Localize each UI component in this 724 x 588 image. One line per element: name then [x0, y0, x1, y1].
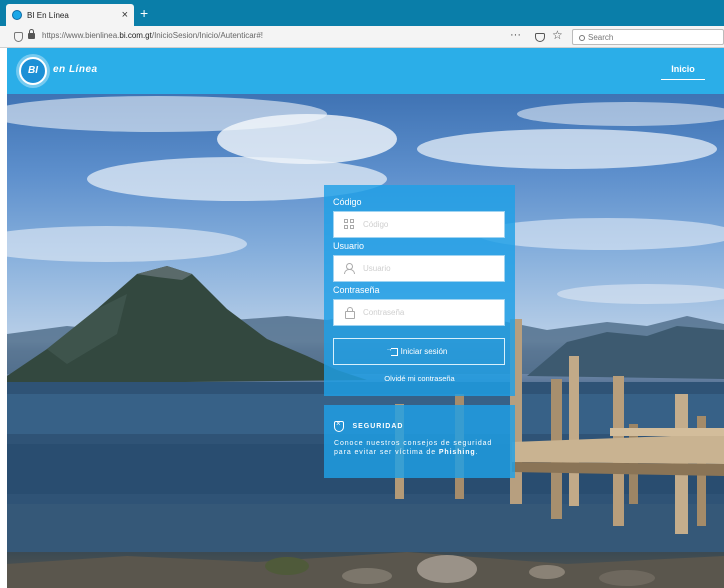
url-path: /InicioSesion/Inicio/Autenticar#! [151, 31, 264, 40]
nav-inicio-link[interactable]: Inicio [661, 64, 705, 80]
tracking-shield-icon[interactable] [14, 32, 23, 42]
security-panel[interactable]: SEGURIDAD Conoce nuestros consejos de se… [324, 405, 515, 478]
search-icon [579, 35, 585, 41]
browser-toolbar: https://www.bienlinea.bi.com.gt/InicioSe… [0, 26, 724, 48]
logo-text[interactable]: en Línea [53, 64, 98, 75]
sign-in-icon [386, 346, 398, 356]
security-text-end: . [475, 448, 479, 456]
security-title: SEGURIDAD [352, 423, 404, 431]
close-tab-icon[interactable]: × [122, 9, 128, 21]
password-field[interactable] [333, 299, 505, 326]
login-button[interactable]: Iniciar sesión [333, 338, 505, 365]
browser-tab-strip: BI En Línea × + [0, 0, 724, 26]
login-panel: Código Usuario Contraseña Iniciar sesión… [324, 185, 515, 396]
codigo-input[interactable] [363, 220, 493, 229]
new-tab-button[interactable]: + [140, 5, 148, 21]
grid-icon [344, 219, 355, 230]
site-favicon-icon [12, 10, 22, 20]
address-bar[interactable]: https://www.bienlinea.bi.com.gt/InicioSe… [42, 31, 263, 40]
url-prefix: https://www.bienlinea. [42, 31, 120, 40]
codigo-label: Código [333, 197, 362, 207]
security-text-phishing: Phishing [438, 448, 476, 456]
browser-search-input[interactable]: Search [572, 29, 724, 45]
security-text: Conoce nuestros consejos de seguridad pa… [334, 440, 512, 457]
browser-tab[interactable]: BI En Línea × [6, 4, 134, 26]
forgot-password-link[interactable]: Olvidé mi contraseña [324, 374, 515, 383]
lock-icon [344, 307, 355, 319]
tab-title: BI En Línea [27, 10, 69, 20]
page-actions-icon[interactable]: ··· [510, 29, 521, 41]
password-label: Contraseña [333, 285, 380, 295]
password-input[interactable] [363, 308, 493, 317]
shield-icon [334, 419, 344, 433]
bookmark-star-icon[interactable]: ☆ [552, 28, 563, 42]
lock-icon[interactable] [28, 29, 35, 39]
search-placeholder: Search [588, 33, 614, 42]
login-button-label: Iniciar sesión [400, 347, 448, 356]
user-icon [344, 263, 355, 274]
usuario-label: Usuario [333, 241, 365, 251]
usuario-input[interactable] [363, 264, 493, 273]
url-domain: bi.com.gt [119, 31, 152, 40]
site-header: BI en Línea Inicio [7, 48, 724, 94]
bi-logo-icon[interactable]: BI [19, 57, 47, 85]
pocket-icon[interactable] [535, 33, 545, 42]
codigo-field[interactable] [333, 211, 505, 238]
usuario-field[interactable] [333, 255, 505, 282]
